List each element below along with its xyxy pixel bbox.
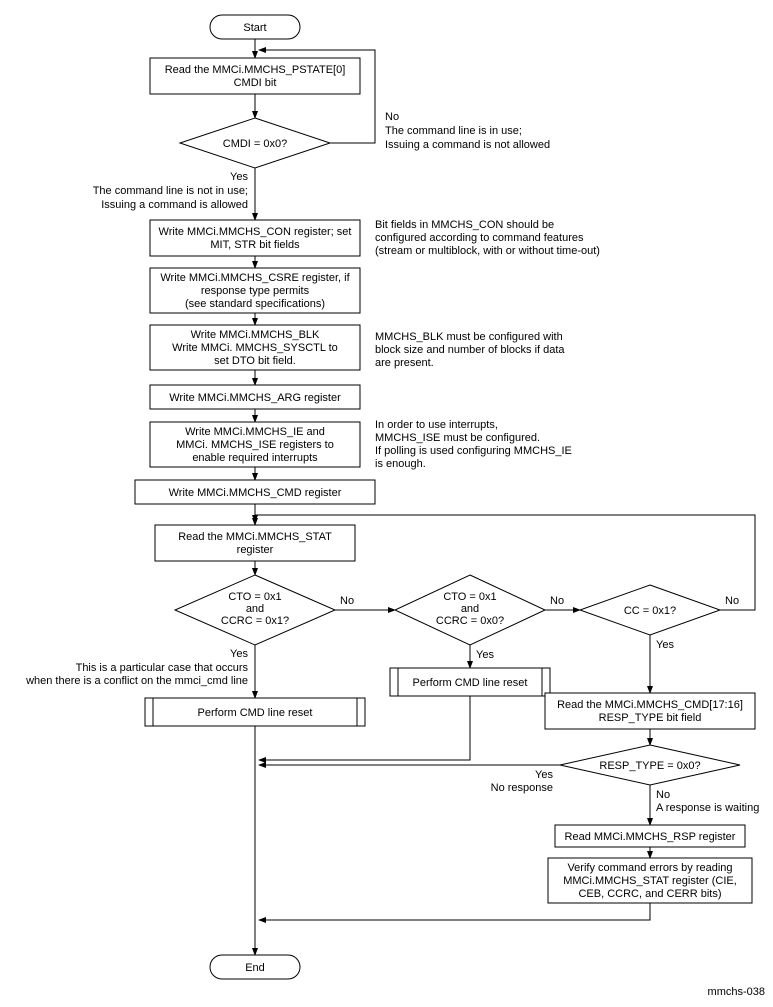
cto0-yes: Yes [476,649,494,661]
cmdi-yes-l1: The command line is not in use; [93,185,248,197]
footnote: mmchs-038 [708,986,765,998]
read-pstate-l1: Read the MMCi.MMCHS_PSTATE[0] [165,64,346,76]
note-blk-l2: block size and number of blocks if data [375,344,565,356]
cmdi-no-l1: The command line is in use; [385,125,522,137]
note-blk-l1: MMCHS_BLK must be configured with [375,331,563,343]
verify-l3: CEB, CCRC, and CERR bits) [578,888,721,900]
flowchart: Start Read the MMCi.MMCHS_PSTATE[0] CMDI… [0,0,773,1007]
resp-yes-sub: No response [491,782,553,794]
write-csre-l1: Write MMCi.MMCHS_CSRE register, if [160,272,350,284]
resp-label: RESP_TYPE = 0x0? [599,760,700,772]
cmdi-no-l2: Issuing a command is not allowed [385,139,550,151]
write-csre-l3: (see standard specifications) [185,298,325,310]
note-ie-l3: If polling is used configuring MMCHS_IE [375,445,572,457]
note-con-l1: Bit fields in MMCHS_CON should be [375,219,554,231]
cto1-no: No [340,595,354,607]
note-ie-l1: In order to use interrupts, [375,419,498,431]
note-con-l3: (stream or multiblock, with or without t… [375,245,600,257]
reset-left-subroutine: Perform CMD line reset [145,698,365,726]
write-ie-l2: MMCi. MMCHS_ISE registers to [176,439,334,451]
read-stat-l2: register [237,544,274,556]
note-ie-l4: is enough. [375,458,426,470]
write-blk-l3: set DTO bit field. [214,355,296,367]
reset-mid-subroutine: Perform CMD line reset [390,668,550,696]
note-ie-l2: MMCHS_ISE must be configured. [375,432,540,444]
resp-yes: Yes [535,769,553,781]
cc-no: No [725,595,739,607]
write-ie-l3: enable required interrupts [192,452,318,464]
cmdi-no: No [385,111,399,123]
reset-left-label: Perform CMD line reset [198,707,313,719]
cto1-l3: CCRC = 0x1? [221,615,289,627]
start-label: Start [243,22,266,34]
cc-label: CC = 0x1? [624,605,676,617]
write-cmd: Write MMCi.MMCHS_CMD register [169,487,342,499]
cto1-yes: Yes [230,648,248,660]
cto0-no: No [550,595,564,607]
write-blk-l2: Write MMCi. MMCHS_SYSCTL to [172,342,338,354]
cc-yes: Yes [656,639,674,651]
cto0-l3: CCRC = 0x0? [436,615,504,627]
read-pstate-l2: CMDI bit [234,77,277,89]
cto1-l2: and [246,603,264,615]
cto0-l2: and [461,603,479,615]
resp-no-sub: A response is waiting [656,802,759,814]
read-stat-l1: Read the MMCi.MMCHS_STAT [178,531,332,543]
resp-no: No [656,789,670,801]
verify-l2: MMCi.MMCHS_STAT register (CIE, [563,875,737,887]
read-rsp: Read MMCi.MMCHS_RSP register [565,831,736,843]
note-con-l2: configured according to command features [375,232,584,244]
note-cto1-l1: This is a particular case that occurs [76,662,249,674]
cmdi-yes: Yes [230,171,248,183]
cmdi-decision-label: CMDI = 0x0? [223,138,288,150]
cmdi-yes-l2: Issuing a command is allowed [101,199,248,211]
write-csre-l2: response type permits [201,285,310,297]
write-con-l2: MIT, STR bit fields [210,239,300,251]
note-cto1-l2: when there is a conflict on the mmci_cmd… [25,675,248,687]
write-arg: Write MMCi.MMCHS_ARG register [169,392,341,404]
rt-l2: RESP_TYPE bit field [599,712,702,724]
reset-mid-label: Perform CMD line reset [413,677,528,689]
verify-l1: Verify command errors by reading [567,862,732,874]
end-label: End [245,962,265,974]
cto0-l1: CTO = 0x1 [443,591,496,603]
write-con-l1: Write MMCi.MMCHS_CON register; set [159,226,352,238]
rt-l1: Read the MMCi.MMCHS_CMD[17:16] [557,699,743,711]
cto1-l1: CTO = 0x1 [228,591,281,603]
note-blk-l3: are present. [375,357,434,369]
write-ie-l1: Write MMCi.MMCHS_IE and [185,426,325,438]
write-blk-l1: Write MMCi.MMCHS_BLK [191,329,320,341]
